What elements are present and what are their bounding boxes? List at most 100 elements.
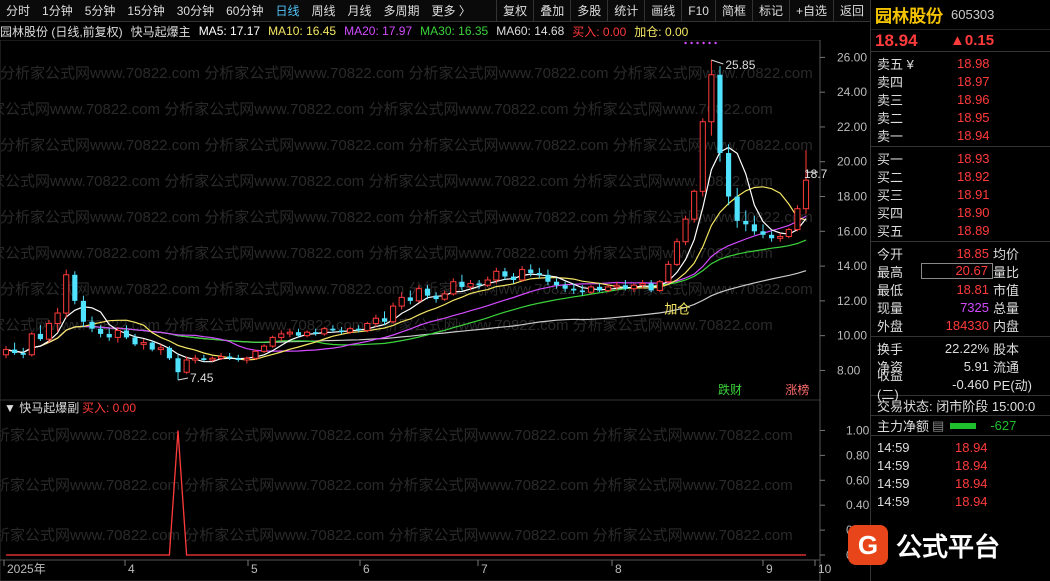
ask-row[interactable]: 卖四 18.97 — [871, 72, 1050, 90]
candle-body — [510, 276, 517, 280]
candle-body — [37, 333, 43, 340]
bid-row[interactable]: 买二 18.92 — [871, 167, 1050, 185]
tool-button-3[interactable]: 统计 — [607, 0, 644, 22]
ma20-value: MA20: 17.97 — [344, 24, 413, 38]
stat-value: 22.22% — [944, 340, 989, 356]
tool-button-4[interactable]: 画线 — [644, 0, 681, 22]
tool-button-8[interactable]: +自选 — [788, 0, 833, 22]
ask-book: 卖五 ¥ 18.98 卖四 18.97 卖三 18.96 卖二 18.95 卖一 18.94 — [871, 52, 1050, 147]
candle-body — [639, 282, 646, 286]
stat-value: 18.81 — [956, 281, 989, 297]
logo-text: 公式平台 — [896, 532, 1001, 563]
netflow-row[interactable]: 主力净额 ▤ -627 — [871, 416, 1050, 436]
candle-body — [106, 333, 112, 338]
tab-period-10[interactable]: 更多 〉 — [426, 0, 477, 22]
candle-body — [493, 270, 500, 281]
tag-label-1: 跌财 — [718, 382, 742, 397]
tab-period-8[interactable]: 月线 — [342, 0, 378, 22]
candle-body — [613, 284, 620, 288]
price-row: 18.94 ▲0.15 — [871, 30, 1050, 52]
tab-period-1[interactable]: 1分钟 — [36, 0, 79, 22]
stats-block: 今开 18.85 均价 最高 20.67 量比 最低 18.81 市值 现量 7325 总量 外盘 184… — [871, 242, 1050, 337]
ask-row[interactable]: 卖二 18.95 — [871, 108, 1050, 126]
tab-period-2[interactable]: 5分钟 — [79, 0, 122, 22]
last-price: 18.94 — [875, 30, 918, 50]
tool-button-5[interactable]: F10 — [681, 0, 715, 22]
tab-period-4[interactable]: 30分钟 — [171, 0, 220, 22]
last-price-label: 18.7 — [804, 167, 828, 181]
y-tick-label: 18.00 — [837, 190, 867, 204]
candle-body — [622, 285, 628, 289]
y-tick-label: 12.00 — [837, 294, 867, 308]
stat-label: 今开 — [877, 246, 904, 262]
watermark-text: 分析家公式网www.70822.com 分析家公式网www.70822.com … — [0, 65, 813, 82]
bid-row[interactable]: 买五 18.89 — [871, 221, 1050, 239]
tool-button-2[interactable]: 多股 — [570, 0, 607, 22]
stat-right-label: PE(动) — [993, 377, 1033, 393]
candle-body — [673, 241, 681, 265]
candle-body — [760, 231, 766, 235]
x-tick-label: 10 — [818, 562, 832, 576]
candle-body — [467, 282, 474, 288]
tab-period-3[interactable]: 15分钟 — [121, 0, 170, 22]
candle-body — [243, 357, 250, 361]
candle-body — [364, 322, 371, 331]
bid-label: 买一 — [877, 151, 904, 167]
candle-body — [201, 358, 207, 360]
tab-period-9[interactable]: 多周期 — [378, 0, 426, 22]
stat-row: 最高 20.67 量比 — [871, 262, 1050, 280]
candle-body — [295, 332, 302, 336]
candle-body — [734, 196, 740, 221]
tab-period-5[interactable]: 60分钟 — [220, 0, 269, 22]
bid-row[interactable]: 买三 18.91 — [871, 185, 1050, 203]
candle-body — [98, 328, 104, 334]
sub-buy-value: 买入: 0.00 — [82, 401, 136, 415]
tool-button-9[interactable]: 返回 — [832, 0, 870, 22]
candle-body — [278, 333, 285, 338]
tool-button-1[interactable]: 叠加 — [533, 0, 570, 22]
x-tick-label: 4 — [128, 562, 135, 576]
sub-indicator-chart[interactable]: 0.000.200.400.600.801.00分析家公式网www.70822.… — [0, 400, 870, 581]
trade-time: 14:59 — [877, 457, 910, 473]
platform-logo: G 公式平台 — [848, 520, 1038, 570]
candle-body — [794, 208, 801, 231]
watermark-text: 分析家公式网www.70822.com 分析家公式网www.70822.com … — [0, 427, 793, 444]
trade-time: 14:59 — [877, 439, 910, 455]
candle-body — [536, 273, 542, 275]
indicator-name[interactable]: 快马起爆主 — [131, 23, 191, 40]
bid-row[interactable]: 买一 18.93 — [871, 149, 1050, 167]
stat-value: 5.91 — [963, 358, 989, 374]
add-signal-label: 加仓 — [664, 302, 690, 317]
x-tick-label: 2025年 — [7, 562, 46, 576]
candle-body — [571, 288, 577, 291]
tool-button-6[interactable]: 简框 — [714, 0, 752, 22]
bid-label: 买五 — [877, 223, 904, 239]
tool-buttons: 复权 叠加 多股 统计 画线 F10 简框 标记 +自选 返回 — [496, 0, 870, 22]
x-tick-label: 7 — [481, 562, 488, 576]
ask-row[interactable]: 卖一 18.94 — [871, 126, 1050, 144]
candle-body — [12, 349, 18, 354]
candle-body — [424, 288, 431, 296]
stats-block-2: 换手 22.22% 股本 净资 5.91 流通 收益(二) -0.460 PE(动) — [871, 337, 1050, 402]
sub-indicator-name[interactable]: ▼ 快马起爆副 — [4, 401, 79, 415]
stat-label: 最低 — [877, 282, 904, 298]
candle-body — [2, 349, 10, 356]
tab-period-6[interactable]: 日线 — [269, 0, 305, 22]
stock-name: 园林股份 — [875, 7, 943, 26]
tool-button-7[interactable]: 标记 — [751, 0, 789, 22]
candle-body — [227, 356, 233, 359]
bid-row[interactable]: 买四 18.90 — [871, 203, 1050, 221]
candle-body — [605, 286, 612, 291]
signal-dot — [714, 41, 717, 45]
tab-period-0[interactable]: 分时 — [0, 0, 36, 22]
netflow-value: -627 — [990, 418, 1017, 433]
ask-label: 卖一 — [877, 128, 904, 144]
tool-button-0[interactable]: 复权 — [496, 0, 533, 22]
candlestick-chart[interactable]: 分析家公式网www.70822.com 分析家公式网www.70822.com … — [0, 40, 870, 400]
candle-body — [769, 234, 775, 239]
tab-period-7[interactable]: 周线 — [305, 0, 341, 22]
ask-row[interactable]: 卖五 ¥ 18.98 — [871, 54, 1050, 72]
trade-time: 14:59 — [877, 493, 910, 509]
ask-price: 18.95 — [957, 109, 990, 125]
ask-row[interactable]: 卖三 18.96 — [871, 90, 1050, 108]
